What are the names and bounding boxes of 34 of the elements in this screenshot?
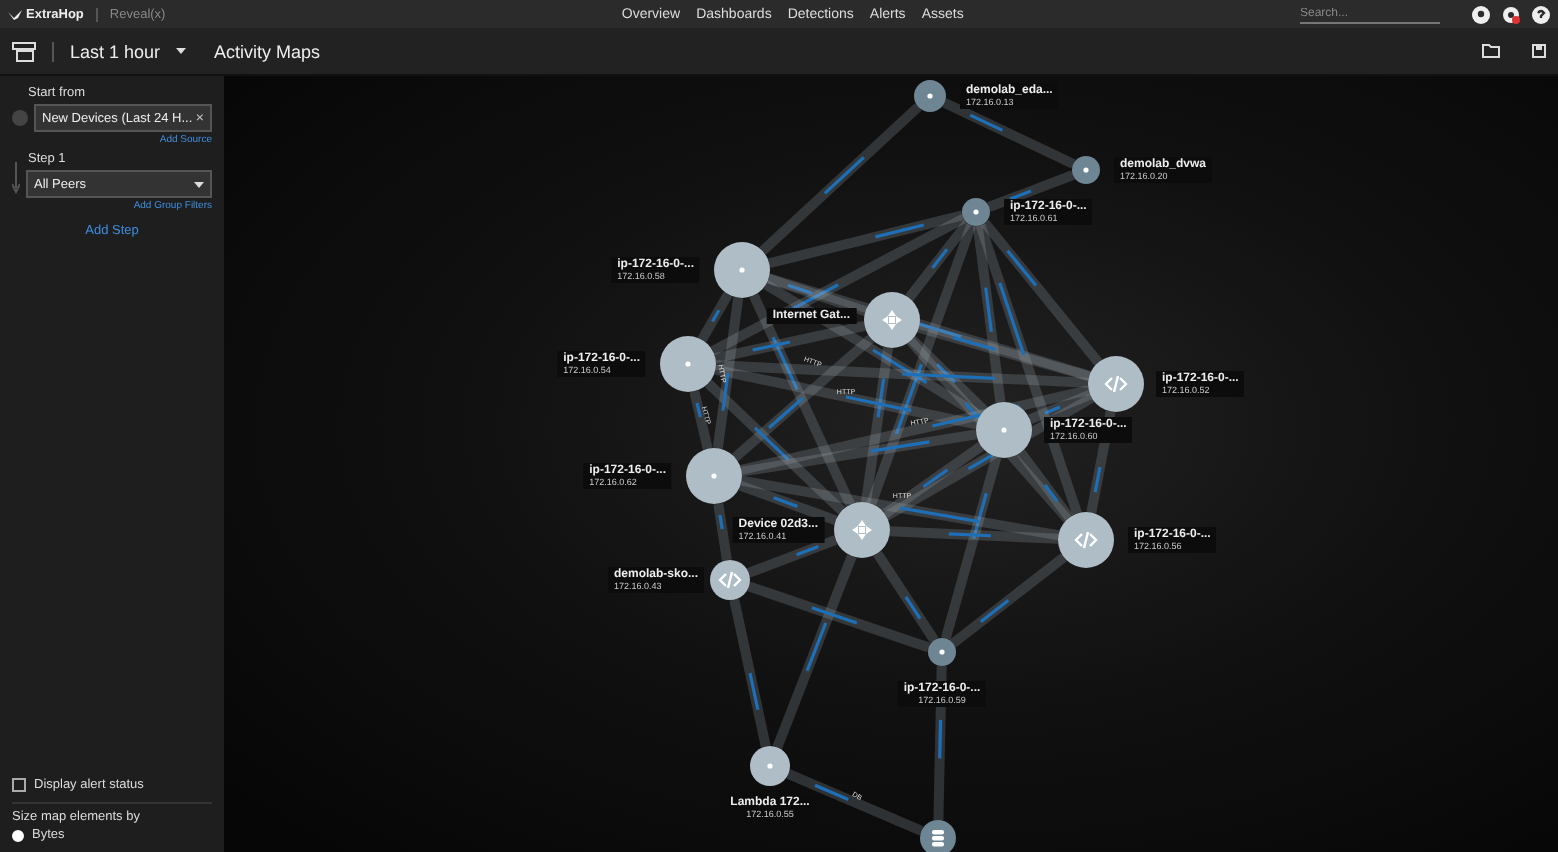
host-node[interactable] [660, 336, 716, 392]
code-node[interactable] [1088, 356, 1144, 412]
host-node[interactable] [714, 242, 770, 298]
user-icon[interactable] [1472, 5, 1490, 23]
host-node[interactable] [686, 448, 742, 504]
folder-icon[interactable] [1482, 44, 1500, 58]
database-node[interactable] [920, 820, 956, 852]
host-node[interactable] [976, 402, 1032, 458]
connection-line[interactable] [740, 475, 1060, 541]
connection-line[interactable] [697, 291, 733, 343]
caret-icon [194, 181, 204, 187]
radio-button[interactable] [12, 829, 24, 841]
monitor-icon[interactable] [12, 41, 36, 61]
host-node[interactable] [914, 80, 946, 112]
host-node[interactable] [928, 638, 956, 666]
save-icon[interactable] [1532, 44, 1546, 58]
logo-icon [8, 9, 22, 19]
down-arrow-icon [12, 162, 20, 194]
gateway-node[interactable] [864, 292, 920, 348]
source-dot-icon [12, 110, 28, 126]
checkbox[interactable] [12, 778, 26, 792]
code-node[interactable] [710, 560, 750, 600]
time-range-dropdown[interactable]: Last 1 hour [52, 41, 161, 61]
page-title: Activity Maps [212, 41, 321, 61]
settings-icon[interactable] [1502, 5, 1520, 23]
connection-line[interactable] [712, 297, 744, 449]
help-icon[interactable] [1532, 5, 1550, 23]
caret-icon [176, 48, 187, 54]
connection-line[interactable] [738, 480, 838, 526]
host-node[interactable] [1072, 156, 1100, 184]
code-node[interactable] [1058, 512, 1114, 568]
host-node[interactable] [750, 746, 790, 786]
host-node[interactable] [962, 198, 990, 226]
gateway-node[interactable] [834, 502, 890, 558]
